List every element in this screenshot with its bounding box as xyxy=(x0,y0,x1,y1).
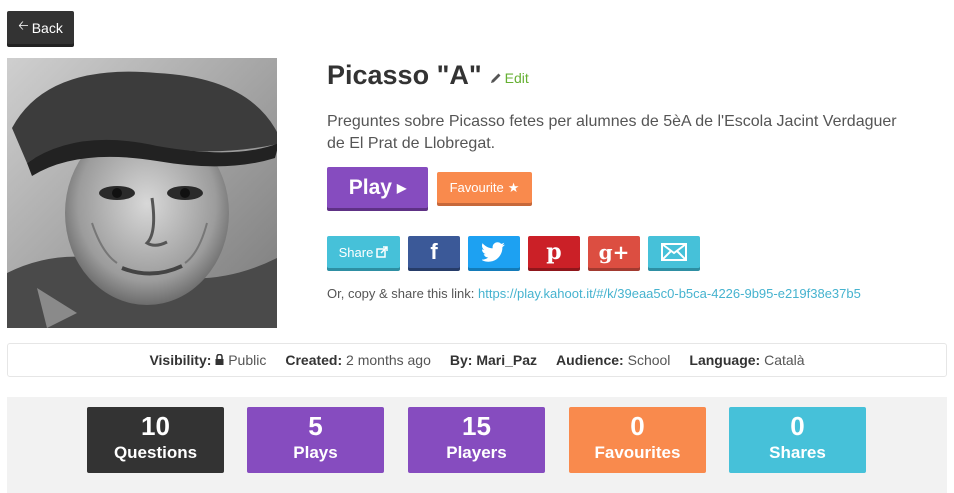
kahoot-meta-bar: Visibility: Public Created: 2 months ago… xyxy=(7,343,947,377)
stat-card-plays: 5 Plays xyxy=(247,407,384,473)
meta-visibility-value: Public xyxy=(228,352,267,368)
share-buttons: Share f p g+ xyxy=(327,236,700,268)
meta-author: By: Mari_Paz xyxy=(450,352,537,368)
back-button-label: Back xyxy=(31,19,63,36)
meta-language-label: Language: xyxy=(689,352,761,368)
twitter-icon xyxy=(482,242,505,262)
stat-card-shares: 0 Shares xyxy=(729,407,866,473)
facebook-icon: f xyxy=(430,239,438,264)
favourite-button-label: Favourite xyxy=(449,180,504,195)
twitter-share-button[interactable] xyxy=(468,236,520,268)
kahoot-description: Preguntes sobre Picasso fetes per alumne… xyxy=(327,113,897,152)
meta-audience: Audience: School xyxy=(556,352,670,368)
stat-card-players: 15 Players xyxy=(408,407,545,473)
pinterest-share-button[interactable]: p xyxy=(528,236,580,268)
stats-panel: 10 Questions 5 Plays 15 Players 0 Favour… xyxy=(7,397,947,493)
meta-audience-value: School xyxy=(627,352,671,368)
meta-audience-label: Audience: xyxy=(556,352,624,368)
meta-visibility-label: Visibility: xyxy=(149,352,212,368)
stat-card-questions: 10 Questions xyxy=(87,407,224,473)
kahoot-title: Picasso "A" xyxy=(327,60,482,90)
stat-label: Questions xyxy=(113,443,198,462)
edit-link[interactable]: Edit xyxy=(490,70,529,86)
back-button[interactable]: 🡠 Back xyxy=(7,11,74,44)
meta-author-label: By: xyxy=(449,352,473,368)
stat-value: 5 xyxy=(308,411,323,441)
pinterest-icon: p xyxy=(546,239,562,265)
share-link-prefix: Or, copy & share this link: xyxy=(327,286,475,301)
stat-label: Shares xyxy=(769,443,826,462)
envelope-icon xyxy=(661,243,687,261)
arrow-left-icon: 🡠 xyxy=(18,17,29,33)
stat-label: Plays xyxy=(293,443,338,462)
stat-card-favourites: 0 Favourites xyxy=(569,407,706,473)
meta-language-value: Català xyxy=(764,352,805,368)
play-triangle-icon: ▶ xyxy=(396,180,407,195)
pencil-icon xyxy=(490,73,501,83)
favourite-button[interactable]: Favourite ★ xyxy=(437,172,532,203)
google-plus-icon: g+ xyxy=(598,240,630,264)
share-button[interactable]: Share xyxy=(327,236,400,268)
lock-icon xyxy=(215,353,224,365)
meta-author-value[interactable]: Mari_Paz xyxy=(476,352,537,368)
play-button[interactable]: Play ▶ xyxy=(327,167,428,208)
share-external-icon xyxy=(376,246,389,258)
share-link-url[interactable]: https://play.kahoot.it/#/k/39eaa5c0-b5ca… xyxy=(478,286,861,301)
email-share-button[interactable] xyxy=(648,236,700,268)
share-link-row: Or, copy & share this link: https://play… xyxy=(327,286,861,301)
stat-label: Favourites xyxy=(594,443,681,462)
stat-value: 0 xyxy=(630,411,645,441)
edit-link-label: Edit xyxy=(504,70,529,86)
meta-created: Created: 2 months ago xyxy=(285,352,431,368)
play-button-label: Play xyxy=(348,175,392,199)
stat-value: 10 xyxy=(141,411,170,441)
kahoot-title-row: Picasso "A" Edit xyxy=(327,60,529,91)
meta-visibility: Visibility: Public xyxy=(149,352,266,368)
facebook-share-button[interactable]: f xyxy=(408,236,460,268)
stat-value: 15 xyxy=(462,411,491,441)
meta-created-label: Created: xyxy=(285,352,343,368)
kahoot-cover-image xyxy=(7,58,277,328)
googleplus-share-button[interactable]: g+ xyxy=(588,236,640,268)
portrait-photo xyxy=(7,58,277,328)
stat-value: 0 xyxy=(790,411,805,441)
meta-language: Language: Català xyxy=(689,352,804,368)
stat-label: Players xyxy=(446,443,507,462)
meta-created-value: 2 months ago xyxy=(346,352,431,368)
star-icon: ★ xyxy=(507,179,520,195)
share-button-label: Share xyxy=(338,244,374,260)
